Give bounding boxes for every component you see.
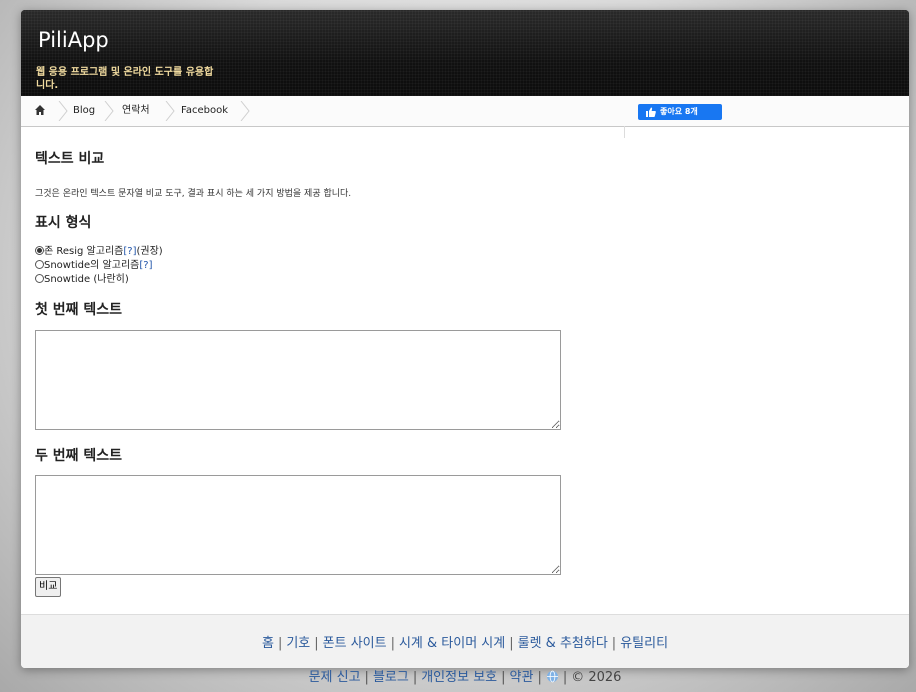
radio-snowtide-side[interactable] <box>35 274 44 283</box>
nav-item-contact[interactable]: 연락처 <box>122 96 150 126</box>
first-text-heading: 첫 번째 텍스트 <box>35 302 123 318</box>
nav-item-blog[interactable]: Blog <box>73 96 95 126</box>
radio-snowtide[interactable] <box>35 260 44 269</box>
copyright-text: © 2026 <box>571 670 622 685</box>
page-container: PiliApp 웹 응용 프로그램 및 온라인 도구를 유용합니다. Blog … <box>21 10 909 668</box>
second-text-heading: 두 번째 텍스트 <box>35 448 123 464</box>
option-row-snowtide[interactable]: Snowtide의 알고리즘[?] <box>35 256 153 271</box>
breadcrumb-separator-icon <box>240 101 250 121</box>
site-tagline: 웹 응용 프로그램 및 온라인 도구를 유용합니다. <box>36 67 214 91</box>
help-link[interactable]: [?] <box>139 260 152 271</box>
breadcrumb-separator-icon <box>104 101 114 121</box>
format-heading: 표시 형식 <box>35 215 92 231</box>
footer-links-primary: 홈 | 기호 | 폰트 사이트 | 시계 & 타이머 시계 | 룰렛 & 추첨하다 | 유틸리티 <box>261 636 669 651</box>
facebook-like-button[interactable]: 좋아요 8개 <box>638 104 722 120</box>
footer-link-blog[interactable]: 블로그 <box>373 670 409 685</box>
home-icon[interactable] <box>34 104 46 116</box>
thumbs-up-icon <box>646 107 656 117</box>
globe-icon[interactable] <box>546 670 559 683</box>
footer-link-home[interactable]: 홈 <box>262 636 274 651</box>
footer-link-roulette[interactable]: 룰렛 & 추첨하다 <box>518 636 608 651</box>
footer-link-privacy[interactable]: 개인정보 보호 <box>421 670 497 685</box>
like-count-label: 좋아요 8개 <box>660 107 698 116</box>
compare-button[interactable]: 비교 <box>35 577 62 597</box>
page-title: 텍스트 비교 <box>35 151 105 167</box>
site-header: PiliApp 웹 응용 프로그램 및 온라인 도구를 유용합니다. <box>21 10 909 96</box>
column-divider <box>624 126 625 138</box>
footer-links-secondary: 문제 신고 | 블로그 | 개인정보 보호 | 약관 | | © 2026 <box>308 670 622 685</box>
footer-link-clock[interactable]: 시계 & 타이머 시계 <box>399 636 505 651</box>
page-description: 그것은 온라인 텍스트 문자열 비교 도구, 결과 표시 하는 세 가지 방법을… <box>35 189 352 199</box>
option-row-snowtide-side[interactable]: Snowtide (나란히) <box>35 270 129 285</box>
footer-link-report[interactable]: 문제 신고 <box>309 670 361 685</box>
option-row-resig[interactable]: 존 Resig 알고리즘[?](권장) <box>35 242 163 257</box>
first-text-input[interactable] <box>35 330 561 430</box>
footer-link-terms[interactable]: 약관 <box>510 670 534 685</box>
breadcrumb-separator-icon <box>165 101 175 121</box>
site-footer: 홈 | 기호 | 폰트 사이트 | 시계 & 타이머 시계 | 룰렛 & 추첨하다 | 유틸리티 <box>21 614 909 668</box>
breadcrumb-nav: Blog 연락처 Facebook 좋아요 8개 <box>21 96 909 127</box>
nav-item-facebook[interactable]: Facebook <box>181 96 228 126</box>
option-label: Snowtide (나란히) <box>44 274 129 285</box>
footer-link-fonts[interactable]: 폰트 사이트 <box>323 636 387 651</box>
breadcrumb-separator-icon <box>58 101 68 121</box>
radio-resig[interactable] <box>35 246 44 255</box>
site-logo[interactable]: PiliApp <box>38 28 109 52</box>
second-text-input[interactable] <box>35 475 561 575</box>
footer-link-symbols[interactable]: 기호 <box>286 636 310 651</box>
footer-link-utilities[interactable]: 유틸리티 <box>620 636 668 651</box>
